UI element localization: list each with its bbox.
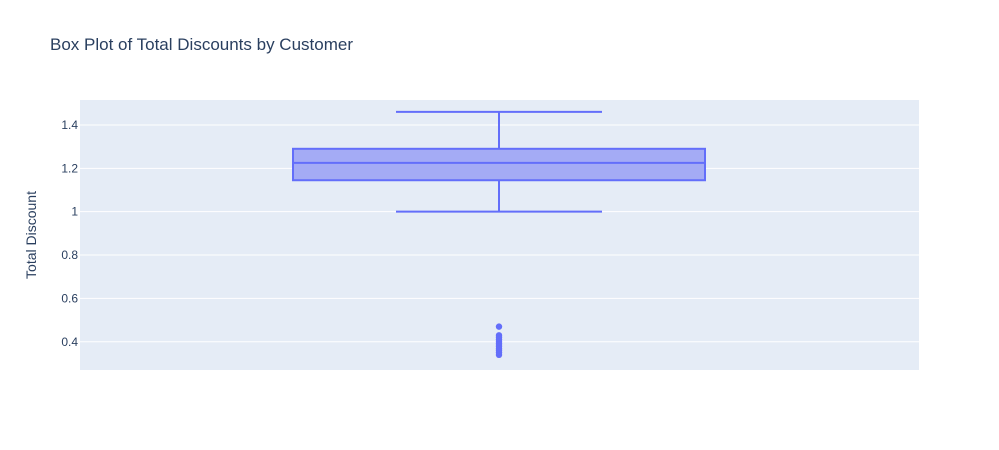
y-tick-label: 1	[71, 205, 78, 219]
outlier-point	[495, 323, 503, 330]
chart-title: Box Plot of Total Discounts by Customer	[50, 35, 353, 54]
y-axis-ticks: 0.4 0.6 0.8 1 1.2 1.4	[61, 118, 78, 349]
box-plot-chart: 0.4 0.6 0.8 1 1.2 1.4 Box Plot of Total Disco…	[23, 35, 919, 370]
outlier-point	[495, 351, 503, 359]
y-tick-label: 1.2	[61, 161, 78, 175]
outlier-points	[495, 323, 503, 359]
y-tick-label: 0.6	[61, 291, 78, 305]
y-axis-title: Total Discount	[23, 191, 39, 279]
iqr-box	[292, 147, 706, 182]
chart-container: 0.4 0.6 0.8 1 1.2 1.4 Box Plot of Total Disco…	[0, 0, 999, 450]
y-tick-label: 1.4	[61, 118, 78, 132]
y-tick-label: 0.8	[61, 248, 78, 262]
y-tick-label: 0.4	[61, 335, 78, 349]
